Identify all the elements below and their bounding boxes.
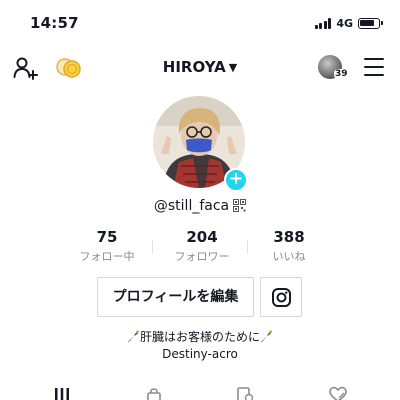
tagged-icon[interactable] — [235, 386, 255, 400]
profile-nav-bar: HIROYA ▼ 39 — [0, 48, 400, 88]
battery-level — [360, 20, 374, 26]
instagram-icon — [272, 288, 291, 307]
profile-stats: 75 フォロー中 204 フォロワー 388 いいね — [62, 228, 342, 268]
stat-divider — [152, 240, 153, 254]
likes-stat[interactable]: 388 いいね — [244, 228, 334, 264]
qr-code-icon[interactable] — [233, 199, 247, 212]
followers-label: フォロワー — [174, 250, 230, 263]
lock-icon[interactable] — [144, 386, 164, 400]
instagram-link-button[interactable] — [260, 277, 302, 317]
champagne-bottle-icon — [261, 330, 273, 342]
following-label: フォロー中 — [79, 250, 135, 263]
bio-text: 肝臓はお客様のために — [139, 330, 260, 344]
edit-profile-button[interactable]: プロフィールを編集 — [97, 277, 254, 317]
likes-count: 388 — [273, 228, 305, 246]
heart-icon[interactable] — [328, 386, 348, 400]
profile-handle: @still_faca — [153, 198, 230, 214]
account-name: HIROYA — [162, 58, 226, 76]
bio-line-1: 肝臓はお客様のために — [0, 329, 400, 346]
following-stat[interactable]: 75 フォロー中 — [62, 228, 152, 264]
profile-handle-row: @still_faca — [0, 198, 400, 214]
battery-icon — [358, 18, 383, 29]
status-indicators: 4G — [314, 17, 383, 30]
signal-icon — [314, 18, 332, 29]
status-bar: 14:57 4G — [0, 0, 400, 44]
profile-bio: 肝臓はお客様のために Destiny-acro — [0, 329, 400, 363]
menu-icon[interactable] — [364, 58, 384, 76]
followers-stat[interactable]: 204 フォロワー — [157, 228, 247, 264]
network-type: 4G — [336, 17, 353, 30]
grid-icon[interactable] — [52, 386, 72, 400]
followers-count: 204 — [186, 228, 218, 246]
story-count-badge: 39 — [334, 69, 349, 79]
champagne-bottle-icon — [127, 330, 140, 342]
likes-label: いいね — [272, 250, 306, 263]
status-time: 14:57 — [30, 14, 79, 32]
profile-tabs — [0, 382, 400, 400]
add-avatar-button[interactable]: + — [224, 168, 248, 192]
following-count: 75 — [96, 228, 118, 246]
chevron-down-icon: ▼ — [228, 61, 238, 74]
bio-line-2: Destiny-acro — [162, 347, 238, 361]
